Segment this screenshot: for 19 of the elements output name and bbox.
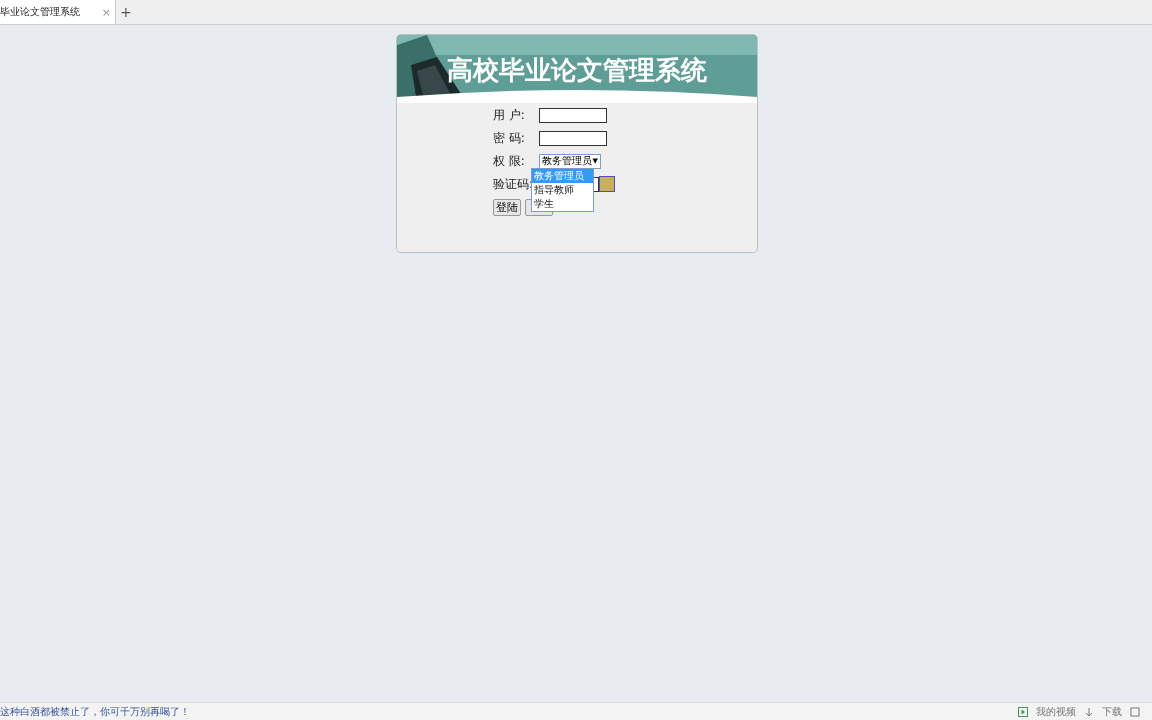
input-field[interactable]: [539, 130, 607, 146]
captcha-image: [599, 176, 615, 192]
system-title: 高校毕业论文管理系统: [447, 55, 707, 85]
dropdown-option[interactable]: 学生: [532, 197, 593, 211]
window-icon[interactable]: [1130, 706, 1140, 717]
new-tab-button[interactable]: +: [116, 4, 136, 20]
download-link[interactable]: 下载: [1102, 704, 1122, 719]
login-button[interactable]: 登陆: [493, 198, 521, 216]
field-label: 权 限:: [493, 152, 526, 170]
dropdown-option[interactable]: 指导教师: [532, 183, 593, 197]
browser-tab[interactable]: 毕业论文管理系统 ×: [0, 0, 116, 24]
news-ticker[interactable]: 这种白酒都被禁止了，你可千万别再喝了！: [0, 704, 190, 719]
input-field[interactable]: [539, 107, 607, 123]
down-arrow-icon[interactable]: [1084, 706, 1094, 717]
play-icon[interactable]: [1018, 706, 1028, 717]
tab-title: 毕业论文管理系统: [0, 5, 80, 19]
my-videos-link[interactable]: 我的视频: [1036, 704, 1076, 719]
field-label: 密 码:: [493, 129, 526, 147]
field-label: 用 户:: [493, 106, 526, 124]
